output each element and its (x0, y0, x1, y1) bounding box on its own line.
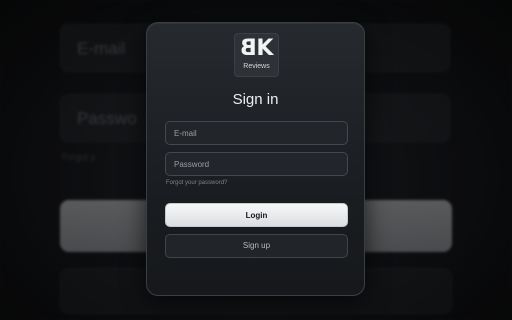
password-field[interactable] (165, 152, 348, 176)
logo-mark: BK (235, 36, 278, 61)
logo-letter-left: B (242, 36, 257, 61)
logo-letter-right: K (256, 36, 273, 61)
sign-in-card: BK Reviews Sign in Forgot your password?… (146, 22, 365, 296)
page-title: Sign in (232, 91, 279, 108)
email-field[interactable] (165, 121, 348, 145)
app-logo: BK Reviews (234, 33, 279, 77)
sign-up-button[interactable]: Sign up (165, 234, 348, 258)
login-button[interactable]: Login (165, 203, 348, 227)
forgot-password-link[interactable]: Forgot your password? (166, 180, 227, 186)
app-screen: E-mail Passwo Forgot y BK Reviews Sign i… (0, 0, 512, 320)
logo-subtitle: Reviews (243, 63, 270, 70)
